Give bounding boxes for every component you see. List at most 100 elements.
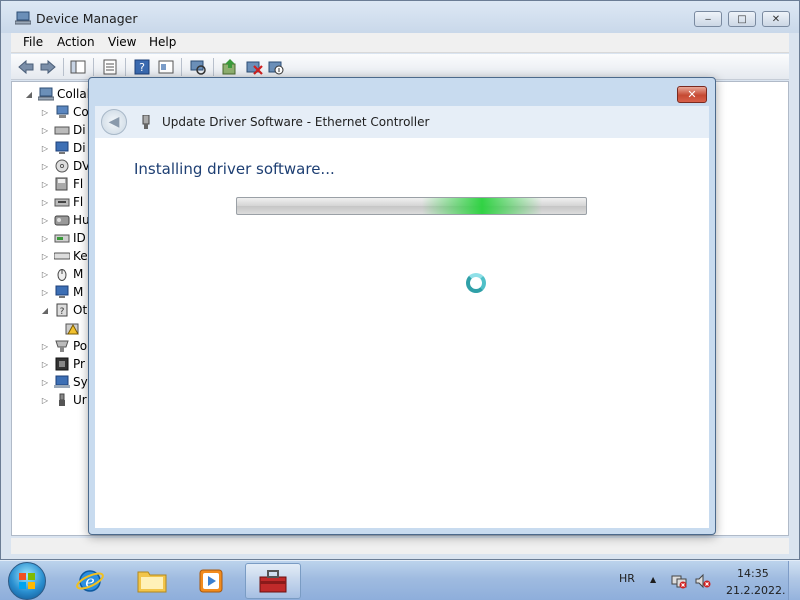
tree-item[interactable]: ▷ Fl — [40, 176, 83, 192]
expand-arrow-icon[interactable]: ▷ — [40, 216, 50, 225]
tree-item-label: Fl — [73, 177, 84, 191]
ports-icon — [55, 340, 69, 352]
volume-muted-icon[interactable] — [695, 573, 711, 589]
view-icon[interactable] — [157, 58, 175, 76]
tree-item-label: Di — [73, 123, 86, 137]
expand-arrow-icon[interactable]: ▷ — [40, 162, 50, 171]
clock-time[interactable]: 14:35 — [737, 567, 769, 580]
dialog-title: Update Driver Software - Ethernet Contro… — [162, 115, 430, 129]
uninstall-device-icon[interactable] — [245, 58, 263, 76]
tree-item[interactable] — [64, 320, 83, 336]
expand-arrow-icon[interactable]: ▷ — [40, 342, 50, 351]
tree-item[interactable]: ▷ Ke — [40, 248, 88, 264]
display-adapter-icon — [55, 141, 69, 154]
tree-item[interactable]: ▷ DV — [40, 158, 90, 174]
toolbar-separator — [213, 58, 214, 76]
tree-item[interactable]: ◢? Ot — [40, 302, 87, 318]
tree-item[interactable]: ▷ Fl — [40, 194, 83, 210]
tree-item[interactable]: ▷ ID — [40, 230, 86, 246]
tree-item-label: Ke — [73, 249, 88, 263]
tree-item[interactable]: ▷ M — [40, 284, 83, 300]
forward-arrow-icon[interactable] — [39, 58, 57, 76]
tree-item[interactable]: ▷ Pr — [40, 356, 85, 372]
device-manager-icon — [15, 11, 31, 25]
expand-arrow-icon[interactable]: ▷ — [40, 126, 50, 135]
minimize-button[interactable]: ‒ — [694, 11, 722, 27]
tree-root[interactable]: ◢ Collab — [24, 86, 94, 102]
collapse-arrow-icon[interactable]: ◢ — [24, 90, 34, 99]
disk-drive-icon — [54, 126, 70, 135]
close-button[interactable]: ✕ — [762, 11, 790, 27]
tree-item-label: Pr — [73, 357, 85, 371]
tree-item[interactable]: ▷ Co — [40, 104, 89, 120]
ide-controller-icon — [54, 234, 70, 243]
start-button[interactable] — [8, 562, 46, 600]
tree-item[interactable]: ▷ Ur — [40, 392, 87, 408]
help-icon[interactable]: ? — [133, 58, 151, 76]
disable-device-icon[interactable] — [267, 58, 285, 76]
tree-item[interactable]: ▷ Hu — [40, 212, 90, 228]
toolbar-separator — [181, 58, 182, 76]
expand-arrow-icon[interactable]: ▷ — [40, 252, 50, 261]
collapse-arrow-icon[interactable]: ◢ — [40, 306, 50, 315]
computer-icon — [56, 105, 69, 118]
dialog-close-button[interactable]: ✕ — [677, 86, 707, 103]
expand-arrow-icon[interactable]: ▷ — [40, 108, 50, 117]
network-warning-icon[interactable] — [671, 573, 687, 589]
tree-item[interactable]: ▷ Di — [40, 140, 86, 156]
expand-arrow-icon[interactable]: ▷ — [40, 270, 50, 279]
back-button[interactable]: ◀ — [101, 109, 127, 135]
properties-icon[interactable] — [101, 58, 119, 76]
back-arrow-icon[interactable] — [17, 58, 35, 76]
monitor-icon — [55, 285, 69, 298]
processor-icon — [55, 357, 69, 371]
expand-arrow-icon[interactable]: ▷ — [40, 198, 50, 207]
show-hidden-icons-button[interactable]: ▲ — [650, 575, 656, 584]
keyboard-icon — [54, 252, 70, 260]
taskbar-device-manager[interactable] — [245, 563, 301, 599]
show-desktop-button[interactable] — [788, 561, 800, 600]
human-interface-device-icon — [54, 215, 70, 226]
maximize-button[interactable]: □ — [728, 11, 756, 27]
menu-help[interactable]: Help — [149, 35, 176, 49]
dvd-drive-icon — [55, 159, 69, 173]
tree-item-label: Ot — [73, 303, 88, 317]
status-bar — [11, 538, 789, 554]
usb-controller-icon — [59, 393, 65, 406]
taskbar-windows-explorer[interactable] — [124, 563, 180, 599]
language-indicator[interactable]: HR — [619, 572, 635, 585]
menu-action[interactable]: Action — [57, 35, 95, 49]
dialog-header: ◀ Update Driver Software - Ethernet Cont… — [95, 106, 709, 138]
expand-arrow-icon[interactable]: ▷ — [40, 180, 50, 189]
expand-arrow-icon[interactable]: ▷ — [40, 378, 50, 387]
expand-arrow-icon[interactable]: ▷ — [40, 234, 50, 243]
progress-bar — [236, 197, 587, 215]
console-tree-icon[interactable] — [69, 58, 87, 76]
other-devices-icon: ? — [56, 303, 68, 317]
title-bar[interactable]: Device Manager ‒ □ ✕ — [1, 1, 799, 33]
tree-item-label: M — [73, 267, 84, 281]
expand-arrow-icon[interactable]: ▷ — [40, 144, 50, 153]
scan-hardware-icon[interactable] — [189, 58, 207, 76]
menu-view[interactable]: View — [108, 35, 136, 49]
expand-arrow-icon[interactable]: ▷ — [40, 360, 50, 369]
window-title: Device Manager — [36, 11, 138, 26]
taskbar-media-player[interactable] — [183, 563, 239, 599]
toolbar-separator — [125, 58, 126, 76]
svg-text:?: ? — [60, 307, 65, 317]
taskbar-internet-explorer[interactable]: e — [62, 563, 118, 599]
clock-date[interactable]: 21.2.2022. — [726, 584, 785, 597]
tree-item[interactable]: ▷ Po — [40, 338, 87, 354]
update-driver-icon[interactable] — [221, 58, 239, 76]
floppy-drive-icon — [54, 198, 70, 207]
tree-item[interactable]: ▷ M — [40, 266, 83, 282]
internet-explorer-icon: e — [76, 570, 104, 592]
expand-arrow-icon[interactable]: ▷ — [40, 396, 50, 405]
tree-item[interactable]: ▷ Di — [40, 122, 86, 138]
tree-item[interactable]: ▷ Sy — [40, 374, 88, 390]
tree-item-label: Di — [73, 141, 86, 155]
tree-item-label: Sy — [73, 375, 88, 389]
expand-arrow-icon[interactable]: ▷ — [40, 288, 50, 297]
toolbox-icon — [259, 570, 287, 593]
menu-file[interactable]: File — [23, 35, 43, 49]
